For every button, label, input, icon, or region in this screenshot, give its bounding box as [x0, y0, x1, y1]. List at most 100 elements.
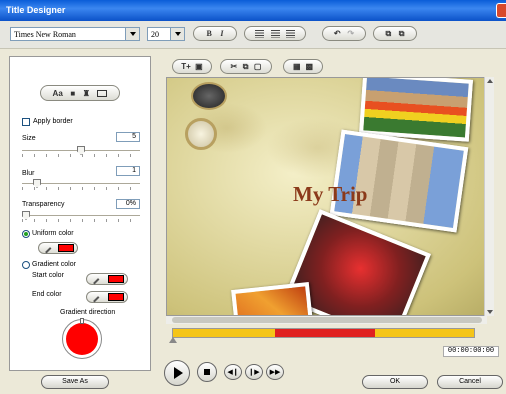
- gradient-color-label: Gradient color: [32, 261, 76, 268]
- ok-button[interactable]: OK: [362, 375, 428, 389]
- clipboard-group: ✂ ⧉ ▢: [220, 59, 272, 74]
- next-frame-icon: ❙▶: [248, 369, 260, 376]
- uniform-color-label: Uniform color: [32, 230, 74, 237]
- uniform-color-radio[interactable]: [22, 230, 30, 238]
- tv-safe-icon[interactable]: ▩: [305, 62, 313, 71]
- cathedral-photo: [329, 129, 469, 233]
- end-color-swatch[interactable]: [86, 291, 128, 303]
- text-mode-button[interactable]: Aa: [53, 89, 63, 98]
- previous-frame-icon: ◀❙: [227, 369, 239, 376]
- blur-slider-ticks: [22, 187, 140, 190]
- uniform-color-swatch[interactable]: [38, 242, 78, 254]
- eyedropper-icon: [41, 243, 52, 254]
- transparency-input[interactable]: 0%: [116, 199, 140, 209]
- title-text[interactable]: My Trip: [293, 182, 367, 207]
- font-family-select[interactable]: Times New Roman: [10, 27, 140, 41]
- rectangle-icon[interactable]: [97, 89, 108, 97]
- horizontal-scroll-thumb[interactable]: [172, 317, 482, 323]
- tulip-photo: [358, 78, 474, 142]
- transparency-slider-track: [22, 215, 140, 217]
- paste-icon[interactable]: ▢: [254, 62, 262, 71]
- gradient-direction-dial[interactable]: [62, 318, 102, 359]
- bring-forward-icon[interactable]: ⧉: [386, 29, 392, 39]
- apply-border-checkbox[interactable]: [22, 118, 30, 126]
- transparency-label: Transparency: [22, 201, 65, 208]
- fast-forward-button[interactable]: ▶▶: [266, 364, 284, 380]
- style-mode-group: Aa ■ ♜: [40, 85, 120, 101]
- eyedropper-icon: [89, 274, 100, 285]
- apply-border-label: Apply border: [33, 118, 73, 125]
- transparency-slider[interactable]: [22, 211, 140, 222]
- stop-button[interactable]: [197, 362, 217, 382]
- alignment-group: [244, 26, 306, 41]
- grid-icon[interactable]: ▦: [293, 62, 301, 71]
- cancel-button[interactable]: Cancel: [437, 375, 503, 389]
- end-color-chip: [108, 293, 124, 301]
- scroll-down-arrow[interactable]: [487, 310, 493, 314]
- cut-icon[interactable]: ✂: [231, 62, 238, 71]
- blur-label: Blur: [22, 170, 35, 177]
- size-slider[interactable]: [22, 146, 140, 157]
- play-icon: [174, 367, 183, 379]
- bold-italic-group: B I: [193, 26, 237, 41]
- gradient-direction-label: Gradient direction: [60, 309, 116, 316]
- next-frame-button[interactable]: ❙▶: [245, 364, 263, 380]
- dial-marker: [80, 318, 84, 324]
- layer-order-group: ⧉ ⧉: [373, 26, 417, 41]
- format-toolbar: Times New Roman 20 B I ↶ ↷ ⧉ ⧉: [0, 21, 506, 49]
- blur-slider[interactable]: [22, 179, 140, 190]
- title-preview-canvas[interactable]: My Trip: [166, 77, 487, 316]
- paint-icon[interactable]: ♜: [83, 89, 90, 98]
- undo-icon[interactable]: ↶: [334, 29, 341, 38]
- preview-vertical-scrollbar[interactable]: [484, 77, 494, 316]
- blur-input[interactable]: 1: [116, 166, 140, 176]
- cube-icon[interactable]: ■: [70, 89, 75, 98]
- eyedropper-icon: [89, 292, 100, 303]
- size-label: Size: [22, 135, 36, 142]
- add-image-icon[interactable]: ▣: [195, 62, 203, 71]
- start-color-chip: [108, 275, 124, 283]
- chevron-down-icon[interactable]: [125, 28, 139, 40]
- window-title: Title Designer: [6, 5, 66, 15]
- view-group: ▦ ▩: [283, 59, 323, 74]
- scroll-up-arrow[interactable]: [487, 79, 493, 83]
- insert-group: T+ ▣: [172, 59, 212, 74]
- font-size-select[interactable]: 20: [147, 27, 185, 41]
- add-text-icon[interactable]: T+: [181, 62, 191, 71]
- align-center-icon[interactable]: [270, 29, 280, 38]
- pocket-watch-image: [191, 82, 227, 110]
- compass-image: [185, 118, 217, 150]
- align-left-icon[interactable]: [255, 29, 265, 38]
- save-as-button[interactable]: Save As: [41, 375, 109, 389]
- timeline-bar[interactable]: [169, 328, 475, 343]
- close-button[interactable]: [496, 3, 506, 18]
- previous-frame-button[interactable]: ◀❙: [224, 364, 242, 380]
- font-size-value: 20: [151, 30, 159, 39]
- align-right-icon[interactable]: [285, 29, 295, 38]
- transparency-slider-ticks: [22, 219, 140, 222]
- redo-icon[interactable]: ↷: [347, 29, 354, 38]
- chevron-down-icon[interactable]: [170, 28, 184, 40]
- gradient-direction-fill: [66, 323, 98, 355]
- italic-button[interactable]: I: [220, 29, 223, 38]
- properties-panel: Aa ■ ♜ Apply border Size 5 Blur 1 Transp…: [9, 56, 151, 371]
- play-button[interactable]: [164, 360, 190, 386]
- font-family-value: Times New Roman: [14, 30, 76, 39]
- gradient-color-radio[interactable]: [22, 261, 30, 269]
- start-color-label: Start color: [32, 272, 64, 279]
- start-color-swatch[interactable]: [86, 273, 128, 285]
- preview-horizontal-scrollbar[interactable]: [166, 316, 487, 324]
- bold-button[interactable]: B: [207, 29, 212, 38]
- copy-icon[interactable]: ⧉: [243, 62, 249, 72]
- timecode-display: 00:00:00:00: [443, 346, 499, 357]
- uniform-color-chip: [58, 244, 74, 252]
- send-backward-icon[interactable]: ⧉: [399, 29, 405, 39]
- timeline-selection: [275, 329, 375, 337]
- undo-redo-group: ↶ ↷: [322, 26, 366, 41]
- stop-icon: [204, 369, 210, 375]
- size-input[interactable]: 5: [116, 132, 140, 142]
- fast-forward-icon: ▶▶: [269, 369, 281, 376]
- timeline-start-marker[interactable]: [169, 337, 177, 343]
- end-color-label: End color: [32, 291, 62, 298]
- title-bar: Title Designer: [0, 0, 506, 21]
